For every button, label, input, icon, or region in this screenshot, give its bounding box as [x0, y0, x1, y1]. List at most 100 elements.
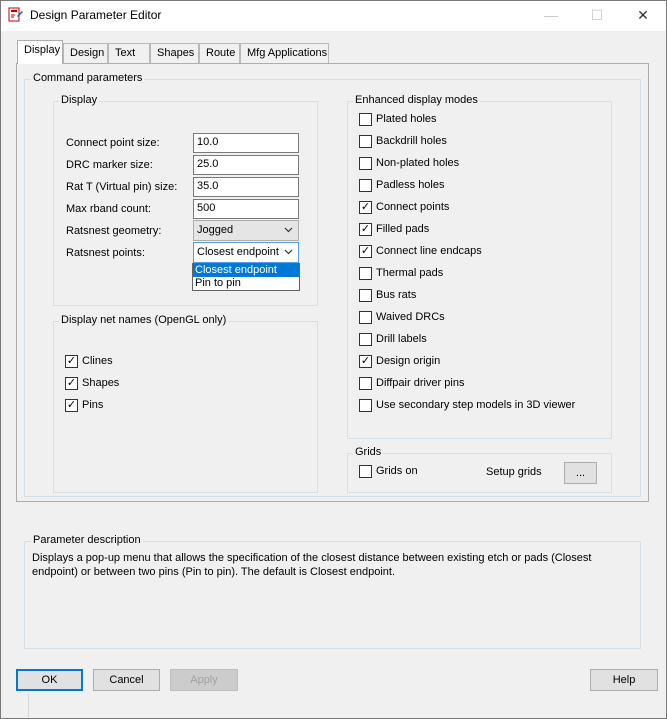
shapes-checkbox-row[interactable]: ✓ Shapes	[65, 375, 119, 391]
non-plated-holes-row[interactable]: Non-plated holes	[359, 155, 575, 171]
connect-line-endcaps-row[interactable]: ✓ Connect line endcaps	[359, 243, 575, 259]
parameter-description-text: Displays a pop-up menu that allows the s…	[32, 551, 632, 579]
shapes-label: Shapes	[82, 377, 120, 389]
ratsnest-geometry-label: Ratsnest geometry:	[66, 225, 162, 237]
clines-checkbox-row[interactable]: ✓ Clines	[65, 353, 113, 369]
clines-label: Clines	[82, 355, 113, 367]
drill-labels-checkbox[interactable]	[359, 332, 372, 346]
rat-t-size-input[interactable]: 35.0	[193, 177, 299, 197]
connect-points-checkbox[interactable]: ✓	[359, 200, 372, 214]
window-title: Design Parameter Editor	[30, 8, 162, 22]
pins-checkbox-row[interactable]: ✓ Pins	[65, 397, 103, 413]
design-origin-label: Design origin	[376, 355, 441, 367]
design-origin-row[interactable]: ✓ Design origin	[359, 353, 575, 369]
ok-button[interactable]: OK	[16, 669, 83, 691]
ratsnest-geometry-select[interactable]: Jogged	[193, 220, 299, 241]
setup-grids-button[interactable]: ...	[564, 462, 597, 484]
backdrill-holes-checkbox[interactable]	[359, 134, 372, 148]
chevron-down-icon	[284, 245, 293, 262]
parameter-description-line-2: endpoint) or between two pins (Pin to pi…	[32, 566, 396, 578]
secondary-step-models-row[interactable]: Use secondary step models in 3D viewer	[359, 397, 575, 413]
rat-t-size-label: Rat T (Virtual pin) size:	[66, 181, 178, 193]
dropdown-option-pin-to-pin[interactable]: Pin to pin	[193, 277, 299, 290]
ratsnest-geometry-value: Jogged	[197, 224, 234, 236]
thermal-pads-label: Thermal pads	[376, 267, 444, 279]
dropdown-option-closest-endpoint[interactable]: Closest endpoint	[193, 264, 299, 277]
help-button[interactable]: Help	[590, 669, 658, 691]
pins-label: Pins	[82, 399, 104, 411]
padless-holes-row[interactable]: Padless holes	[359, 177, 575, 193]
net-names-group-label: Display net names (OpenGL only)	[59, 314, 229, 326]
cancel-button[interactable]: Cancel	[93, 669, 160, 691]
non-plated-holes-checkbox[interactable]	[359, 156, 372, 170]
connect-points-row[interactable]: ✓ Connect points	[359, 199, 575, 215]
backdrill-holes-row[interactable]: Backdrill holes	[359, 133, 575, 149]
diffpair-driver-pins-row[interactable]: Diffpair driver pins	[359, 375, 575, 391]
non-plated-holes-label: Non-plated holes	[376, 157, 460, 169]
shapes-checkbox[interactable]: ✓	[65, 376, 78, 390]
filled-pads-label: Filled pads	[376, 223, 430, 235]
tab-shapes[interactable]: Shapes	[150, 43, 199, 63]
plated-holes-checkbox[interactable]	[359, 112, 372, 126]
waived-drcs-checkbox[interactable]	[359, 310, 372, 324]
connect-point-size-input[interactable]: 10.0	[193, 133, 299, 153]
tab-route[interactable]: Route	[199, 43, 240, 63]
bus-rats-checkbox[interactable]	[359, 288, 372, 302]
ratsnest-points-select[interactable]: Closest endpoint	[193, 242, 299, 263]
status-bar-divider	[28, 694, 29, 718]
close-button[interactable]: ✕	[620, 1, 666, 31]
app-icon	[8, 7, 24, 23]
grids-on-checkbox[interactable]	[359, 464, 372, 478]
thermal-pads-row[interactable]: Thermal pads	[359, 265, 575, 281]
display-group-label: Display	[59, 94, 100, 106]
parameter-description-line-1: Displays a pop-up menu that allows the s…	[32, 552, 592, 564]
padless-holes-checkbox[interactable]	[359, 178, 372, 192]
plated-holes-label: Plated holes	[376, 113, 437, 125]
connect-points-label: Connect points	[376, 201, 450, 213]
tab-design[interactable]: Design	[63, 43, 108, 63]
drc-marker-size-label: DRC marker size:	[66, 159, 153, 171]
connect-point-size-label: Connect point size:	[66, 137, 160, 149]
filled-pads-checkbox[interactable]: ✓	[359, 222, 372, 236]
maximize-button[interactable]: ☐	[574, 1, 620, 31]
diffpair-driver-pins-label: Diffpair driver pins	[376, 377, 465, 389]
ratsnest-points-dropdown: Closest endpoint Pin to pin	[192, 263, 300, 291]
grids-on-label: Grids on	[376, 465, 418, 477]
grids-group-label: Grids	[353, 446, 384, 458]
waived-drcs-label: Waived DRCs	[376, 311, 445, 323]
padless-holes-label: Padless holes	[376, 179, 445, 191]
pins-checkbox[interactable]: ✓	[65, 398, 78, 412]
diffpair-driver-pins-checkbox[interactable]	[359, 376, 372, 390]
drill-labels-row[interactable]: Drill labels	[359, 331, 575, 347]
connect-line-endcaps-checkbox[interactable]: ✓	[359, 244, 372, 258]
plated-holes-row[interactable]: Plated holes	[359, 111, 575, 127]
enhanced-display-list: Plated holes Backdrill holes Non-plated …	[359, 111, 575, 419]
parameter-description-label: Parameter description	[31, 534, 143, 546]
clines-checkbox[interactable]: ✓	[65, 354, 78, 368]
tab-mfg-applications[interactable]: Mfg Applications	[240, 43, 329, 63]
setup-grids-label: Setup grids	[486, 466, 542, 478]
drill-labels-label: Drill labels	[376, 333, 427, 345]
grids-on-row[interactable]: Grids on	[359, 463, 418, 479]
apply-button[interactable]: Apply	[170, 669, 238, 691]
command-parameters-label: Command parameters	[31, 72, 145, 84]
drc-marker-size-input[interactable]: 25.0	[193, 155, 299, 175]
ratsnest-points-label: Ratsnest points:	[66, 247, 145, 259]
connect-line-endcaps-label: Connect line endcaps	[376, 245, 482, 257]
filled-pads-row[interactable]: ✓ Filled pads	[359, 221, 575, 237]
tab-display[interactable]: Display	[17, 40, 63, 64]
bus-rats-label: Bus rats	[376, 289, 417, 301]
secondary-step-models-checkbox[interactable]	[359, 398, 372, 412]
design-origin-checkbox[interactable]: ✓	[359, 354, 372, 368]
secondary-step-models-label: Use secondary step models in 3D viewer	[376, 399, 576, 411]
max-rband-count-label: Max rband count:	[66, 203, 151, 215]
waived-drcs-row[interactable]: Waived DRCs	[359, 309, 575, 325]
bus-rats-row[interactable]: Bus rats	[359, 287, 575, 303]
backdrill-holes-label: Backdrill holes	[376, 135, 447, 147]
tab-text[interactable]: Text	[108, 43, 150, 63]
ratsnest-points-value: Closest endpoint	[197, 246, 279, 258]
enhanced-display-group-label: Enhanced display modes	[353, 94, 480, 106]
minimize-button[interactable]: —	[528, 1, 574, 31]
max-rband-count-input[interactable]: 500	[193, 199, 299, 219]
thermal-pads-checkbox[interactable]	[359, 266, 372, 280]
